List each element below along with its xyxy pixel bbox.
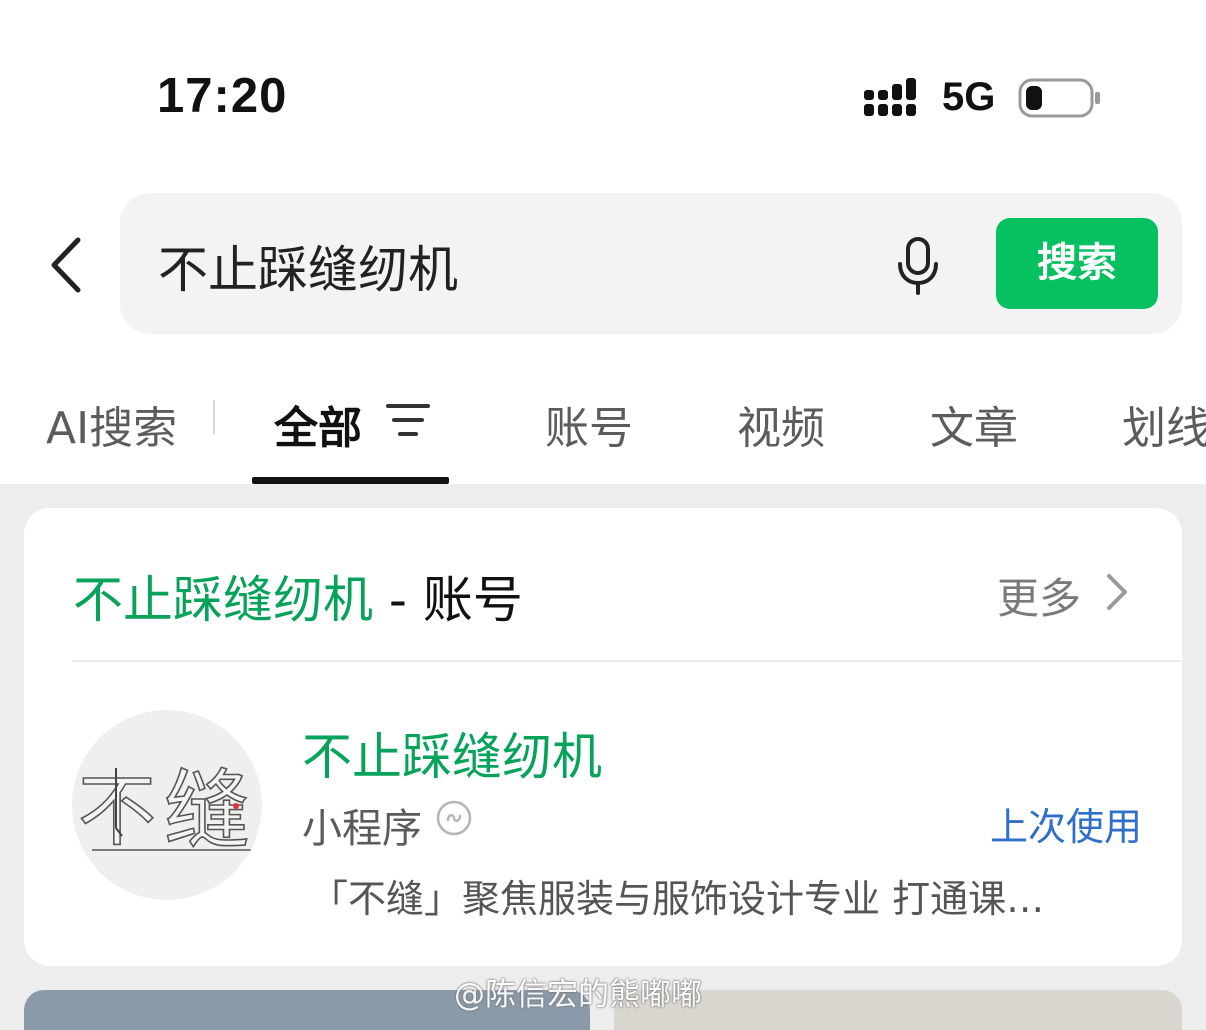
svg-text:不: 不 <box>78 767 156 857</box>
sewing-machine-logo-icon: 不 缝 <box>77 760 252 862</box>
network-type: 5G <box>942 75 996 119</box>
microphone-icon[interactable] <box>896 236 940 296</box>
mini-program-avatar[interactable]: 不 缝 <box>72 710 262 900</box>
mini-program-icon <box>436 800 472 836</box>
more-link[interactable]: 更多 <box>997 565 1081 626</box>
last-used-badge: 上次使用 <box>990 805 1143 849</box>
search-query-text[interactable]: 不止踩缝纫机 <box>158 230 458 302</box>
tab-ai-search[interactable]: AI搜索 <box>46 392 177 456</box>
back-arrow-icon[interactable] <box>44 234 88 296</box>
account-name[interactable]: 不止踩缝纫机 <box>302 717 602 789</box>
account-type: 小程序 <box>302 806 422 852</box>
chevron-right-icon[interactable] <box>1103 570 1131 614</box>
tab-accounts[interactable]: 账号 <box>545 392 633 456</box>
tab-divider <box>213 400 215 434</box>
search-button[interactable]: 搜索 <box>996 218 1158 309</box>
section-title-suffix: - 账号 <box>373 571 523 629</box>
account-description: 「不缝」聚焦服装与服饰设计专业 打通课… <box>310 877 1045 921</box>
divider <box>72 660 1182 662</box>
section-title-keyword: 不止踩缝纫机 <box>73 571 373 629</box>
filter-icon[interactable] <box>386 402 430 438</box>
active-tab-indicator <box>252 477 449 484</box>
status-time: 17:20 <box>157 69 288 123</box>
signal-icon <box>864 78 916 116</box>
battery-icon <box>1018 78 1100 118</box>
tab-all[interactable]: 全部 <box>274 392 362 456</box>
tab-articles[interactable]: 文章 <box>930 392 1018 456</box>
watermark: @陈信宏的熊嘟嘟 <box>454 977 702 1013</box>
section-title: 不止踩缝纫机 - 账号 <box>73 560 523 632</box>
svg-text:缝: 缝 <box>164 761 250 861</box>
tab-videos[interactable]: 视频 <box>737 392 825 456</box>
tab-highlights[interactable]: 划线 <box>1122 392 1206 456</box>
